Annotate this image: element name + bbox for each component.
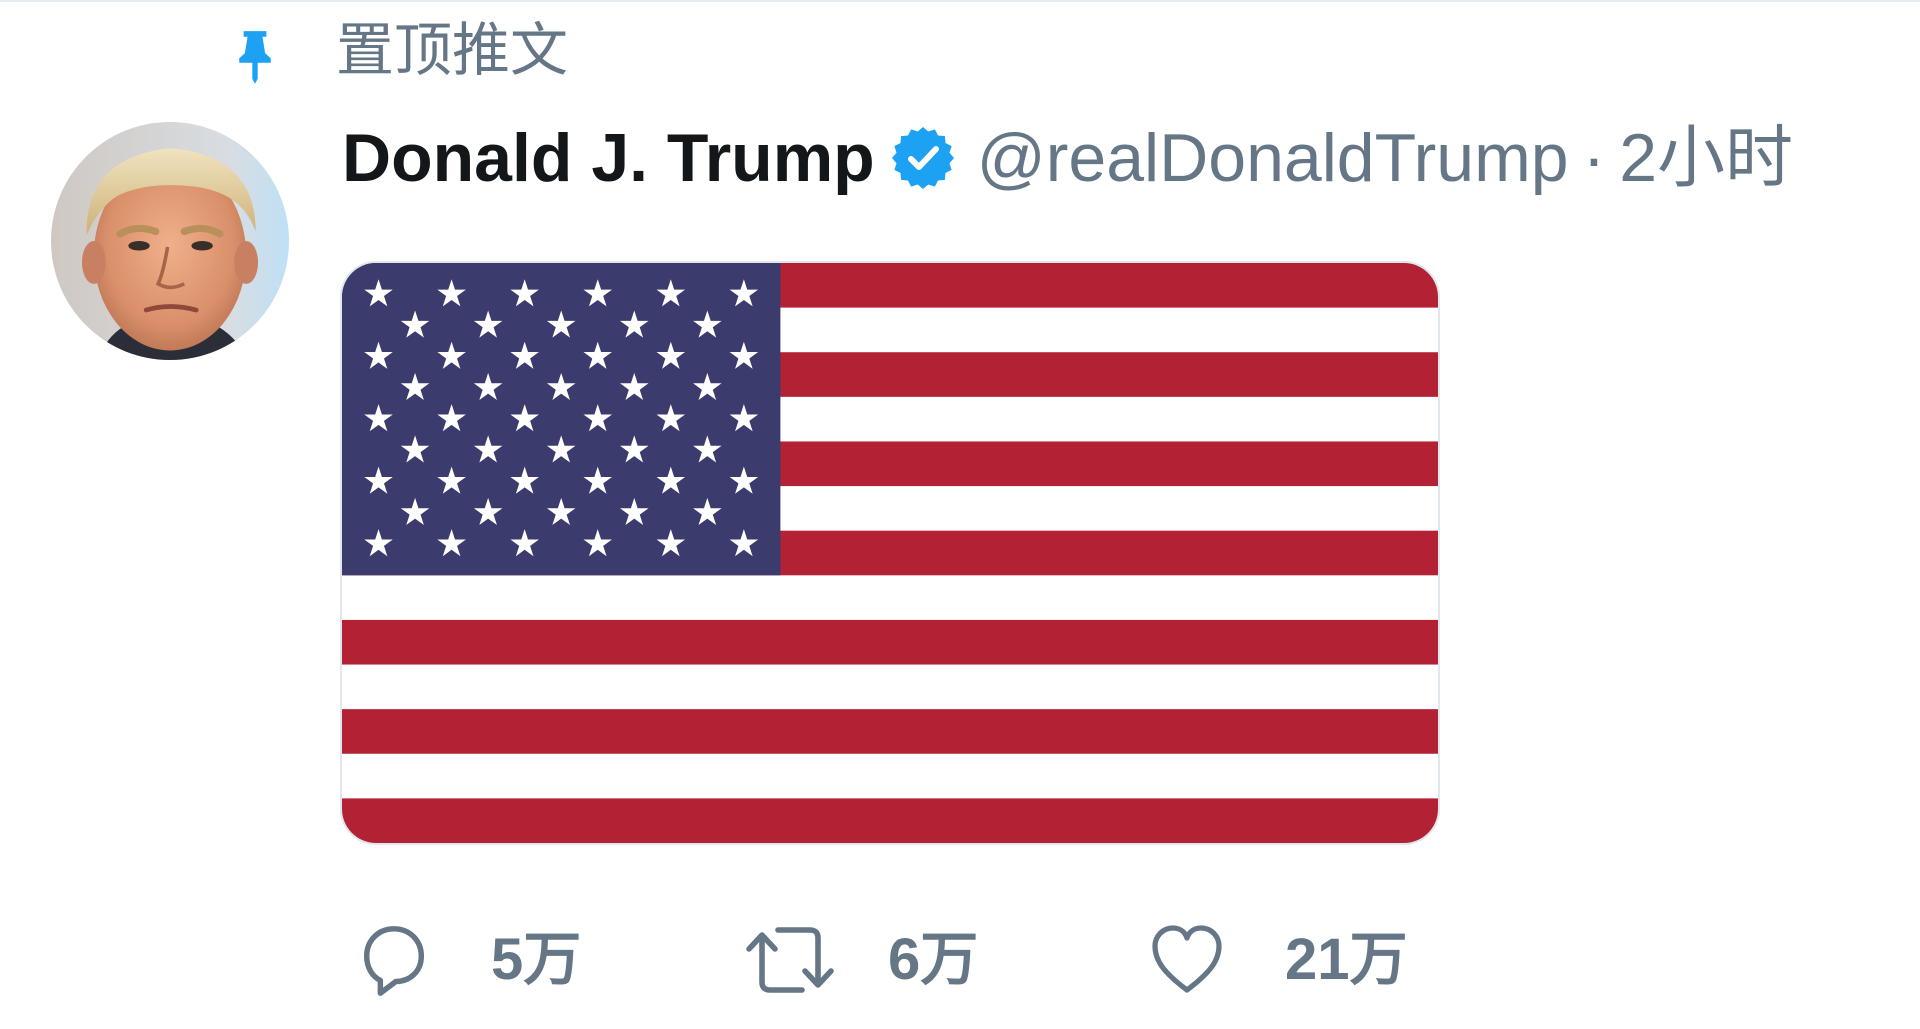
author-name[interactable]: Donald J. Trump bbox=[342, 118, 875, 198]
verified-badge-icon bbox=[891, 127, 954, 189]
tweet-page: 置顶推文 Donald J. Trump @realDonaldTrump · … bbox=[0, 0, 1920, 1029]
us-flag-image bbox=[342, 263, 1438, 843]
top-divider bbox=[0, 0, 1920, 2]
tweet-media[interactable] bbox=[340, 261, 1440, 845]
flag-stripe bbox=[342, 664, 1438, 710]
retweet-button[interactable]: 6万 bbox=[742, 918, 978, 1002]
flag-stripe bbox=[342, 753, 1438, 799]
flag-stripe bbox=[342, 619, 1438, 666]
tweet-timestamp[interactable]: 2小时 bbox=[1619, 118, 1793, 198]
header-separator: · bbox=[1582, 120, 1606, 196]
author-handle[interactable]: @realDonaldTrump bbox=[977, 118, 1569, 198]
reply-count: 5万 bbox=[491, 927, 582, 992]
flag-stripe bbox=[342, 709, 1438, 755]
avatar[interactable] bbox=[51, 122, 289, 360]
heart-icon bbox=[1152, 925, 1222, 993]
avatar-photo bbox=[51, 122, 289, 360]
tweet-header: Donald J. Trump @realDonaldTrump · 2小时 bbox=[342, 118, 1793, 198]
pin-icon bbox=[239, 31, 271, 84]
like-button[interactable]: 21万 bbox=[1147, 918, 1408, 1002]
like-count: 21万 bbox=[1285, 927, 1408, 992]
flag-canton bbox=[342, 263, 781, 576]
flag-stripe bbox=[342, 798, 1438, 843]
pinned-tweet-label: 置顶推文 bbox=[336, 18, 569, 83]
retweet-icon bbox=[746, 927, 834, 993]
flag-stripe bbox=[342, 575, 1438, 621]
reply-icon bbox=[363, 926, 425, 996]
reply-button[interactable]: 5万 bbox=[355, 918, 581, 1002]
retweet-count: 6万 bbox=[888, 927, 979, 992]
